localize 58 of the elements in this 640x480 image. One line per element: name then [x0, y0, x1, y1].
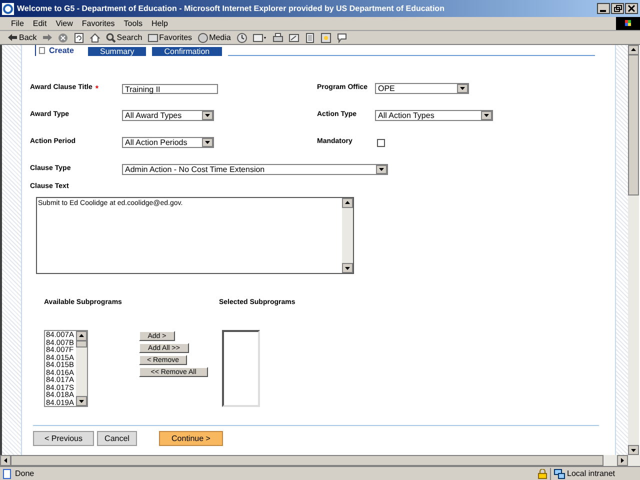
close-icon[interactable] — [625, 3, 638, 14]
document-icon[interactable] — [304, 32, 315, 42]
menu-item[interactable]: Help — [151, 18, 168, 30]
menu-item[interactable]: Edit — [32, 18, 47, 30]
restore-icon[interactable] — [611, 3, 624, 14]
nav-button[interactable]: Cancel — [97, 431, 137, 446]
award-type-select[interactable]: All Award Types — [122, 110, 214, 121]
program-office-select[interactable]: OPE — [375, 83, 469, 94]
edit-icon[interactable] — [288, 32, 299, 42]
window-title: Welcome to G5 - Department of Education - Microsoft Internet Explorer provided by US Department of Education — [17, 2, 446, 14]
speech-bubble-icon[interactable] — [336, 32, 347, 42]
page-icon — [2, 468, 12, 478]
back-arrow-icon — [8, 34, 17, 41]
menu-item[interactable]: Favorites — [82, 18, 115, 30]
minimize-icon[interactable] — [597, 3, 610, 14]
mandatory-checkbox[interactable] — [377, 138, 385, 146]
action-period-select[interactable]: All Action Periods — [122, 137, 214, 148]
title-input[interactable]: Training II — [122, 84, 218, 94]
dropdown-arrow-icon[interactable] — [202, 111, 213, 120]
scrollbar[interactable] — [342, 198, 353, 272]
search-button[interactable]: Search — [106, 32, 142, 44]
lock-icon — [538, 468, 547, 478]
required-marker: * — [95, 82, 98, 94]
selected-subprograms-list[interactable] — [222, 330, 260, 407]
dropdown-arrow-icon[interactable] — [376, 165, 387, 174]
scrollbar[interactable] — [76, 331, 87, 406]
page-icon — [39, 47, 45, 54]
favorites-button[interactable]: Favorites — [148, 32, 192, 44]
menu-item[interactable]: File — [11, 18, 24, 30]
zone-text: Local intranet — [567, 468, 616, 480]
printer-icon[interactable] — [272, 32, 283, 42]
menu-item[interactable]: View — [56, 18, 73, 30]
network-icon — [554, 468, 565, 478]
media-button[interactable]: Media — [198, 32, 231, 44]
search-icon — [106, 32, 116, 42]
refresh-icon[interactable] — [74, 32, 84, 42]
tab[interactable]: Confirmation — [152, 47, 222, 56]
stop-icon[interactable] — [58, 32, 68, 42]
dropdown-arrow-icon[interactable] — [457, 84, 468, 93]
action-type-select[interactable]: All Action Types — [375, 110, 493, 121]
scrollbar[interactable] — [628, 45, 639, 455]
continue-button[interactable]: Continue > — [159, 431, 223, 446]
mail-icon[interactable] — [252, 32, 267, 42]
nav-button[interactable]: < Previous — [33, 431, 94, 446]
home-icon[interactable] — [90, 32, 100, 42]
windows-logo-icon — [616, 17, 640, 30]
clause-type-select[interactable]: Admin Action - No Cost Time Extension — [122, 164, 388, 175]
menu-item[interactable]: Tools — [124, 18, 142, 30]
folder-icon — [148, 33, 158, 42]
tab[interactable]: Summary — [88, 47, 146, 56]
forward-arrow-icon[interactable] — [42, 34, 52, 41]
back-button[interactable]: Back — [8, 32, 37, 44]
dropdown-arrow-icon[interactable] — [202, 138, 213, 147]
horizontal-scrollbar[interactable] — [0, 455, 640, 466]
browser-icon — [2, 2, 14, 14]
history-icon[interactable] — [236, 32, 247, 42]
dropdown-arrow-icon[interactable] — [481, 111, 492, 120]
status-text: Done — [15, 468, 36, 480]
